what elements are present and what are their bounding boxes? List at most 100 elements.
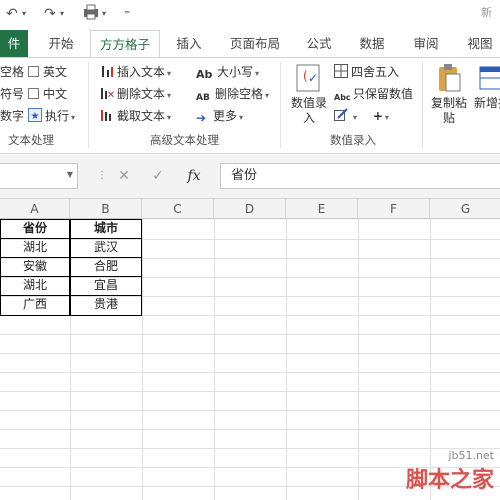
cell-a5[interactable]: 广西	[0, 295, 70, 314]
column-header-b[interactable]: B	[70, 199, 142, 219]
cancel-formula-icon[interactable]: ✕	[114, 166, 134, 186]
redo-icon[interactable]: ↷	[44, 4, 56, 24]
customize-qat-icon[interactable]: ⁼	[124, 4, 130, 24]
cell-b1[interactable]: 城市	[70, 219, 142, 238]
gridline	[286, 219, 287, 500]
new-insert-button[interactable]: 新增插	[472, 62, 500, 111]
case-label: 大小写	[217, 65, 254, 79]
cell-b3[interactable]: 合肥	[70, 257, 142, 276]
tab-view[interactable]: 视图	[462, 30, 498, 57]
svg-text:✓: ✓	[308, 71, 318, 85]
tab-home[interactable]: 开始	[44, 30, 78, 57]
edit-cell-icon	[334, 108, 348, 122]
keep-value-button[interactable]: Abc 只保留数值	[334, 84, 413, 104]
insert-text-icon	[100, 64, 114, 78]
name-box[interactable]: ▼	[0, 163, 78, 189]
delete-text-label: 删除文本	[117, 87, 166, 101]
svg-text:★: ★	[31, 111, 40, 122]
entry-group-label: 数值录入	[330, 133, 376, 147]
insert-text-label: 插入文本	[117, 65, 166, 79]
arrow-right-icon: ➔	[196, 111, 207, 125]
cell-a3[interactable]: 安徽	[0, 257, 70, 276]
column-header-f[interactable]: F	[358, 199, 430, 219]
column-header-g[interactable]: G	[430, 199, 500, 219]
round-button[interactable]: 四舍五入	[334, 62, 399, 82]
copy-paste-button[interactable]: 复制粘贴	[426, 62, 472, 126]
clipboard-icon	[434, 62, 464, 94]
quick-access-toolbar: ↶ ▾ ↷ ▾ ▾ ⁼ 新	[0, 0, 500, 30]
redo-dropdown-icon[interactable]: ▾	[60, 4, 64, 24]
execute-label: 执行	[45, 109, 70, 123]
column-header-e[interactable]: E	[286, 199, 358, 219]
delete-text-icon: ✕	[100, 86, 115, 101]
remove-symbol-button[interactable]: 符号	[0, 84, 24, 104]
formula-input[interactable]: 省份	[220, 163, 500, 189]
more-button[interactable]: ➔ 更多 ▾	[196, 106, 243, 126]
keep-value-label: 只保留数值	[353, 87, 414, 101]
gridline	[0, 334, 500, 335]
print-preview-icon[interactable]	[82, 4, 100, 24]
value-entry-button[interactable]: (✓ 数值录入	[286, 62, 332, 126]
english-label: 英文	[43, 65, 68, 79]
extract-text-button[interactable]: 截取文本 ▾	[100, 106, 171, 126]
column-headers: A B C D E F G	[0, 199, 500, 219]
column-header-d[interactable]: D	[214, 199, 286, 219]
execute-button[interactable]: ★ 执行 ▾	[28, 106, 75, 126]
window-title: 新	[481, 6, 492, 19]
case-button[interactable]: Ab 大小写 ▾	[196, 62, 259, 82]
column-header-c[interactable]: C	[142, 199, 214, 219]
advanced-group-label: 高级文本处理	[150, 133, 219, 147]
confirm-formula-icon[interactable]: ✓	[148, 166, 168, 186]
watermark-url: jb51.net	[448, 449, 494, 462]
table-divider	[0, 295, 142, 296]
tab-insert[interactable]: 插入	[172, 30, 206, 57]
watermark-brand: 脚本之家	[405, 467, 494, 493]
tab-page-layout[interactable]: 页面布局	[224, 30, 286, 57]
remove-space-label: 空格	[0, 65, 25, 79]
ribbon-tabs: 件 开始 方方格子 插入 页面布局 公式 数据 审阅 视图	[0, 30, 500, 58]
remove-space-button[interactable]: 空格	[0, 62, 24, 82]
print-dropdown-icon[interactable]: ▾	[102, 4, 106, 24]
ribbon: 空格 符号 数字 英文 中文 ★ 执行 ▾ 文本处理 插入文本 ▾ ✕ 删除文本 ▾ 截取…	[0, 57, 500, 154]
cell-b4[interactable]: 宜昌	[70, 276, 142, 295]
formula-buttons: ⋮ ✕ ✓ fx	[92, 163, 218, 189]
insert-text-button[interactable]: 插入文本 ▾	[100, 62, 171, 82]
english-checkbox[interactable]: 英文	[28, 62, 67, 82]
insert-function-icon[interactable]: fx	[184, 166, 204, 186]
copy-paste-label: 复制粘贴	[430, 96, 467, 125]
name-box-dropdown-icon[interactable]: ▼	[67, 170, 73, 179]
delete-space-icon: AB	[196, 93, 210, 103]
chinese-checkbox[interactable]: 中文	[28, 84, 67, 104]
tab-data[interactable]: 数据	[354, 30, 390, 57]
cell-a2[interactable]: 湖北	[0, 238, 70, 257]
table-divider	[0, 257, 142, 258]
undo-icon[interactable]: ↶	[6, 4, 18, 24]
case-icon: Ab	[196, 68, 213, 81]
more-dots-icon: ⋮	[97, 170, 107, 181]
tab-fangfang[interactable]: 方方格子	[90, 30, 160, 58]
gridline	[0, 315, 500, 316]
delete-space-button[interactable]: AB 删除空格 ▾	[196, 84, 269, 104]
column-header-a[interactable]: A	[0, 199, 70, 219]
remove-number-button[interactable]: 数字	[0, 106, 24, 126]
delete-text-button[interactable]: ✕ 删除文本 ▾	[100, 84, 171, 104]
tab-review[interactable]: 审阅	[408, 30, 444, 57]
undo-dropdown-icon[interactable]: ▾	[22, 4, 26, 24]
entry-tools-button[interactable]: ▾ + ▾	[334, 106, 389, 126]
gridline	[0, 429, 500, 430]
value-entry-icon: (✓	[294, 62, 324, 94]
more-label: 更多	[213, 109, 238, 123]
value-entry-label: 数值录入	[290, 96, 327, 125]
cell-b5[interactable]: 贵港	[70, 295, 142, 314]
cell-a1[interactable]: 省份	[0, 219, 70, 238]
group-separator	[280, 62, 281, 148]
delete-space-label: 删除空格	[215, 87, 264, 101]
tab-file[interactable]: 件	[0, 30, 28, 57]
plus-icon[interactable]: +	[373, 109, 383, 123]
group-separator	[422, 62, 423, 148]
group-separator	[88, 62, 89, 148]
tab-formulas[interactable]: 公式	[302, 30, 336, 57]
cell-b2[interactable]: 武汉	[70, 238, 142, 257]
english-check-icon	[28, 66, 39, 77]
cell-a4[interactable]: 湖北	[0, 276, 70, 295]
